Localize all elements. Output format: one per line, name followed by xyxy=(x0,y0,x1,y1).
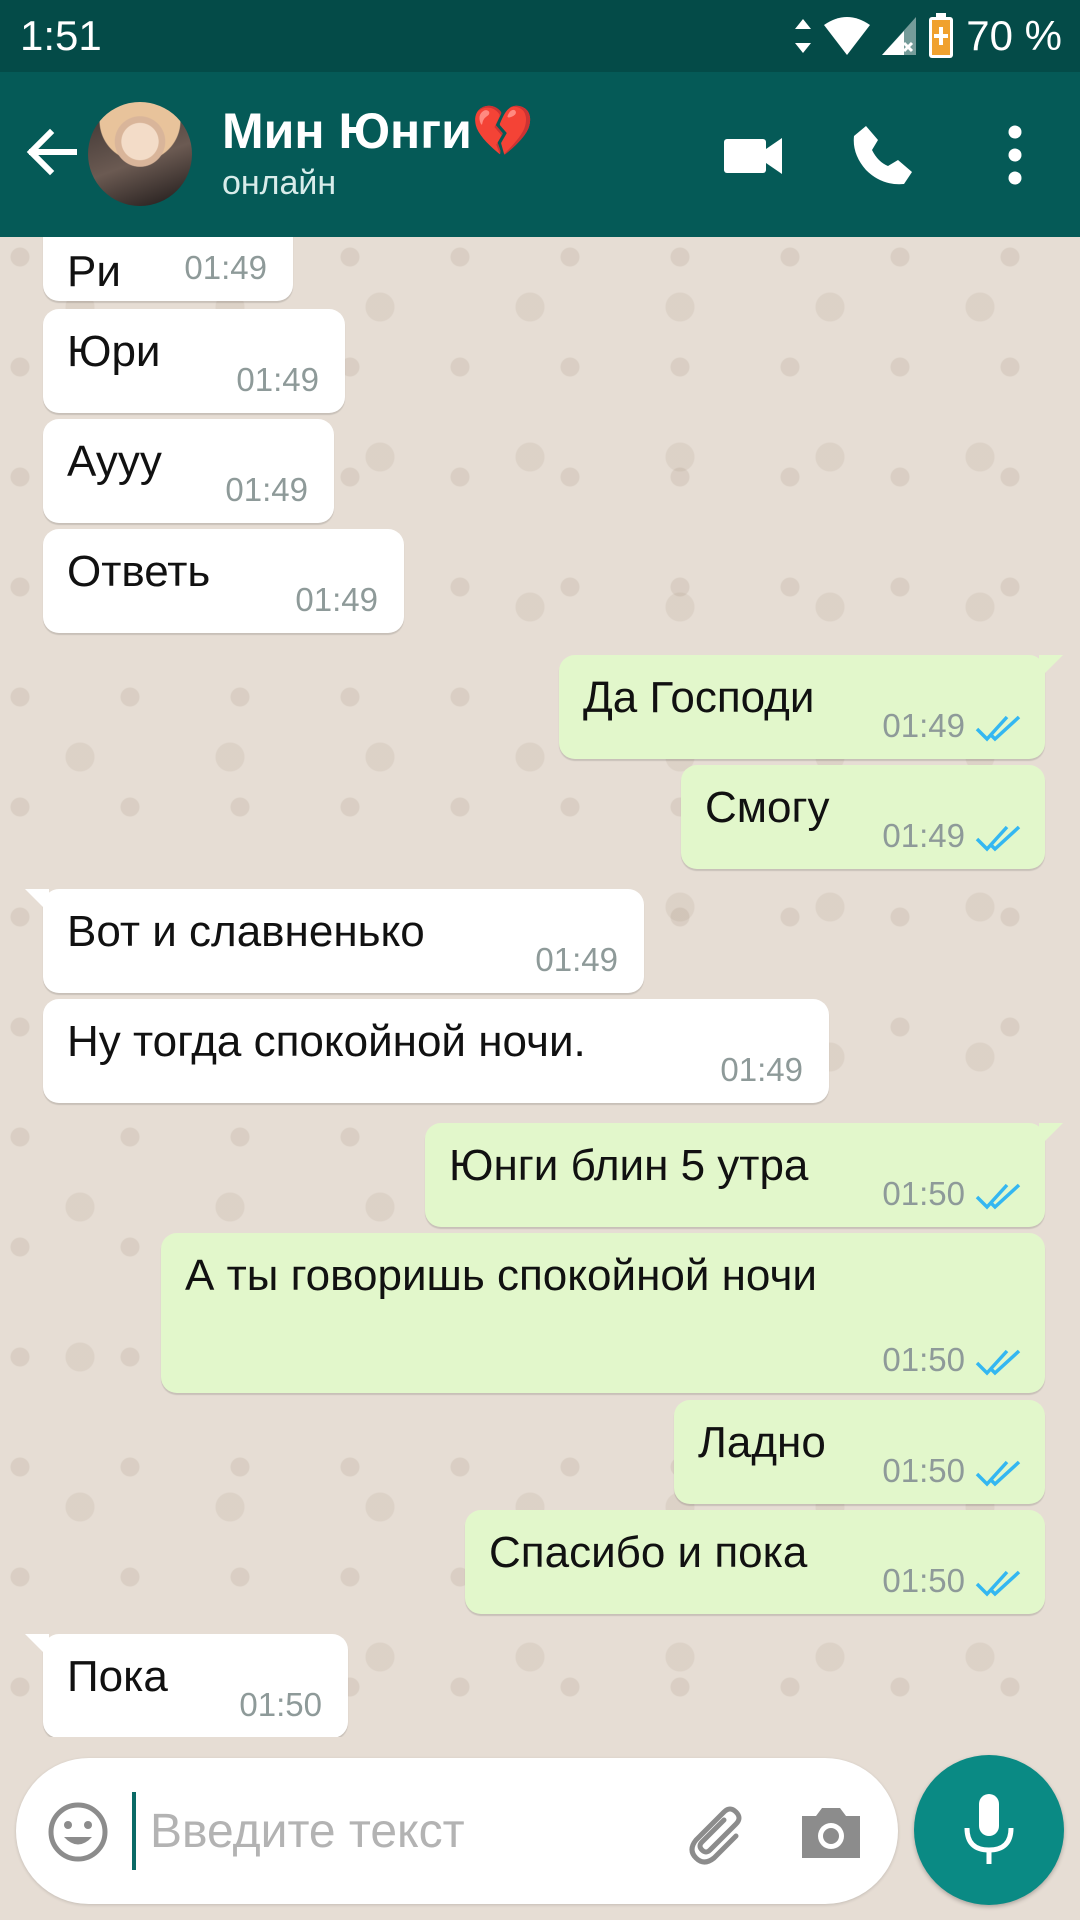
message-time: 01:50 xyxy=(882,1341,965,1378)
message-bubble-outgoing[interactable]: Юнги блин 5 утра 01:50 xyxy=(425,1123,1063,1227)
message-text: Ответь xyxy=(67,547,211,596)
message-time: 01:50 xyxy=(239,1686,322,1723)
message-time: 01:49 xyxy=(720,1051,803,1088)
message-text: Аууу xyxy=(67,437,162,486)
message-text: Смогу xyxy=(705,783,830,832)
message-text: Юнги блин 5 утра xyxy=(449,1141,809,1190)
message-bubble-incoming[interactable]: Ну тогда спокойной ночи. 01:49 xyxy=(43,999,829,1103)
message-time: 01:50 xyxy=(882,1562,965,1599)
read-ticks-icon xyxy=(975,1183,1021,1210)
message-text: Пока xyxy=(67,1652,168,1701)
message-text: Вот и славненько xyxy=(67,907,425,956)
message-input[interactable]: Введите текст xyxy=(150,1804,465,1859)
read-ticks-icon xyxy=(975,825,1021,852)
message-text: Ну тогда спокойной ночи. xyxy=(67,1017,586,1066)
back-arrow-icon[interactable] xyxy=(22,122,82,182)
message-time: 01:50 xyxy=(882,1175,965,1212)
data-arrows-icon xyxy=(795,19,812,53)
message-text: Ладно xyxy=(698,1418,826,1467)
message-bubble-incoming[interactable]: Ри 01:49 xyxy=(43,237,293,301)
message-bubble-outgoing[interactable]: Да Господи 01:49 xyxy=(559,655,1063,759)
message-bubble-outgoing[interactable]: А ты говоришь спокойной ночи 01:50 xyxy=(161,1233,1045,1393)
message-bubble-outgoing[interactable]: Смогу 01:49 xyxy=(681,765,1045,869)
message-text: Да Господи xyxy=(583,673,815,722)
camera-icon[interactable] xyxy=(798,1802,864,1862)
message-bubble-incoming[interactable]: Пока 01:50 xyxy=(25,1634,348,1737)
text-cursor xyxy=(132,1792,136,1870)
contact-name[interactable]: Мин Юнги💔 xyxy=(222,102,534,161)
message-time: 01:49 xyxy=(882,817,965,854)
message-time: 01:49 xyxy=(184,249,267,286)
message-text: Спасибо и пока xyxy=(489,1528,808,1577)
message-bubble-incoming[interactable]: Ответь 01:49 xyxy=(43,529,404,633)
message-bubble-outgoing[interactable]: Спасибо и пока 01:50 xyxy=(465,1510,1045,1614)
message-bubble-outgoing[interactable]: Ладно 01:50 xyxy=(674,1400,1045,1504)
chat-header: Мин Юнги💔 онлайн xyxy=(0,72,1080,237)
voice-record-button[interactable] xyxy=(914,1755,1064,1905)
message-time: 01:49 xyxy=(535,941,618,978)
message-time: 01:49 xyxy=(295,581,378,618)
message-text: А ты говоришь спокойной ночи xyxy=(185,1251,817,1300)
emoji-icon[interactable] xyxy=(46,1800,110,1864)
message-bubble-incoming[interactable]: Юри 01:49 xyxy=(43,309,345,413)
status-bar: 1:51 70 % xyxy=(0,0,1080,72)
message-bubble-incoming[interactable]: Аууу 01:49 xyxy=(43,419,334,523)
more-vert-icon[interactable] xyxy=(980,120,1050,190)
read-ticks-icon xyxy=(975,1460,1021,1487)
video-call-icon[interactable] xyxy=(720,120,790,190)
message-time: 01:50 xyxy=(882,1452,965,1489)
bubble-tail xyxy=(25,889,49,913)
battery-percent: 70 % xyxy=(966,12,1062,59)
contact-status: онлайн xyxy=(222,164,337,202)
bubble-tail xyxy=(1039,655,1063,679)
status-icons: 70 % xyxy=(794,10,1062,62)
message-text: Ри xyxy=(67,247,121,296)
bubble-tail xyxy=(1039,1123,1063,1147)
read-ticks-icon xyxy=(975,1349,1021,1376)
message-time: 01:49 xyxy=(225,471,308,508)
read-ticks-icon xyxy=(975,715,1021,742)
message-composer[interactable]: Введите текст xyxy=(16,1758,898,1904)
avatar[interactable] xyxy=(88,102,192,206)
battery-icon xyxy=(929,13,954,58)
wifi-icon xyxy=(824,17,871,55)
message-time: 01:49 xyxy=(882,707,965,744)
read-ticks-icon xyxy=(975,1570,1021,1597)
cell-signal-icon xyxy=(882,17,917,55)
message-list[interactable]: Ри 01:49 Юри 01:49 Аууу 01:49 Ответь 01:… xyxy=(0,237,1080,1737)
bubble-tail xyxy=(25,1634,49,1658)
mic-icon xyxy=(964,1794,1014,1864)
message-time: 01:49 xyxy=(236,361,319,398)
attach-icon[interactable] xyxy=(684,1800,754,1870)
phone-icon[interactable] xyxy=(848,120,918,190)
status-time: 1:51 xyxy=(20,12,102,59)
message-bubble-incoming[interactable]: Вот и славненько 01:49 xyxy=(25,889,644,993)
message-text: Юри xyxy=(67,327,161,376)
